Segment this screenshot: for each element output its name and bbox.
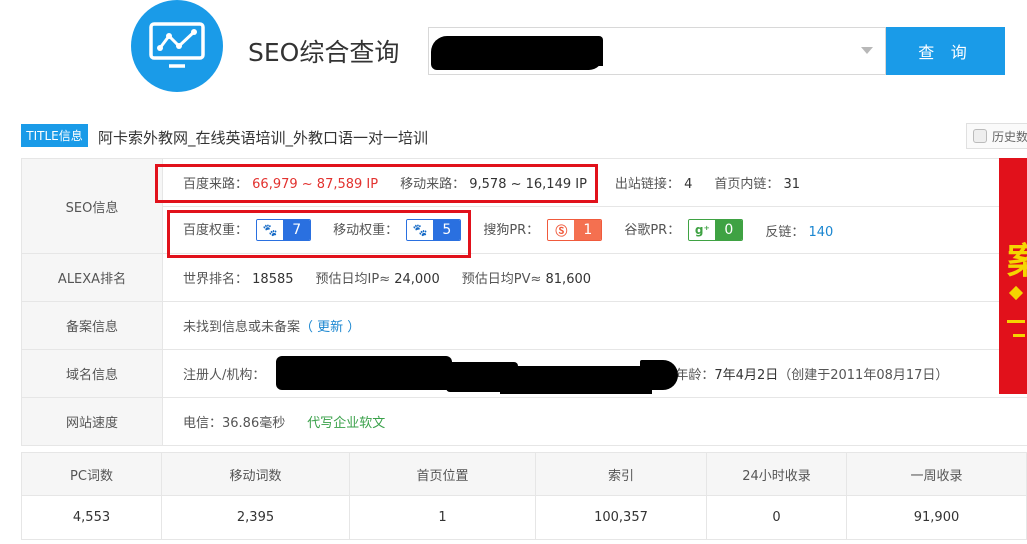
redaction-bar [640, 360, 678, 390]
page-title: 阿卡索外教网_在线英语培训_外教口语一对一培训 [98, 129, 429, 147]
stats-first-page[interactable]: 1 [349, 495, 536, 540]
title-badge: TITLE信息 [21, 124, 88, 147]
search-button[interactable]: 查 询 [886, 27, 1005, 75]
app-title: SEO综合查询 [248, 38, 400, 67]
speed-label: 网站速度 [22, 398, 163, 445]
world-rank: 世界排名： 18585 [183, 272, 294, 287]
ad-link[interactable]: 代写企业软文 [307, 412, 385, 431]
stats-mobile-words[interactable]: 2,395 [161, 495, 350, 540]
telecom-speed: 电信：36.86毫秒 [183, 416, 286, 431]
history-label: 历史数 [992, 129, 1027, 144]
side-ad-banner[interactable]: 案 [999, 158, 1027, 394]
seo-label: SEO信息 [22, 159, 163, 253]
created-date: （创建于2011年08月17日） [778, 368, 949, 383]
beian-text: 未找到信息或未备案 [183, 320, 301, 335]
google-pr-badge[interactable]: g⁺ 0 [688, 219, 744, 242]
alexa-row: ALEXA排名 世界排名： 18585 预估日均IP≈ 24,000 预估日均P… [21, 254, 1027, 302]
alexa-label: ALEXA排名 [22, 254, 163, 301]
stats-header-week: 一周收录 [846, 452, 1027, 496]
search-input[interactable] [428, 27, 886, 75]
daily-pv: 预估日均PV≈ 81,600 [461, 272, 592, 287]
backlinks: 反链： 140 [765, 224, 834, 240]
inner-links: 首页内链： 31 [714, 177, 801, 192]
redacted-domain-tail [569, 40, 603, 66]
banner-decoration [1013, 334, 1025, 337]
sogou-s-icon: Ⓢ [548, 220, 575, 241]
highlight-weight [167, 210, 471, 258]
stats-table: PC词数 移动词数 首页位置 索引 24小时收录 一周收录 4,553 2,39… [21, 452, 1027, 540]
speed-row: 网站速度 电信：36.86毫秒 代写企业软文 [21, 398, 1027, 446]
sogou-pr: 搜狗PR： Ⓢ 1 [483, 219, 603, 242]
stats-header-pc: PC词数 [21, 452, 162, 496]
banner-glyph: 案 [1007, 241, 1027, 282]
registrant-label: 注册人/机构： [183, 368, 266, 383]
stats-24h[interactable]: 0 [706, 495, 847, 540]
redaction-bar [500, 366, 652, 394]
stats-header-row: PC词数 移动词数 首页位置 索引 24小时收录 一周收录 [21, 452, 1027, 496]
chart-monitor-icon [149, 22, 205, 68]
stats-header-24h: 24小时收录 [706, 452, 847, 496]
beian-row: 备案信息 未找到信息或未备案 （ 更新 ） [21, 302, 1027, 350]
beian-label: 备案信息 [22, 302, 163, 349]
backlinks-link[interactable]: 140 [809, 225, 834, 240]
stats-header-position: 首页位置 [349, 452, 536, 496]
domain-label: 域名信息 [22, 350, 163, 397]
redaction-bar [276, 356, 452, 390]
stats-index[interactable]: 100,357 [535, 495, 707, 540]
google-plus-icon: g⁺ [689, 220, 716, 241]
sogou-pr-badge[interactable]: Ⓢ 1 [547, 219, 603, 242]
google-pr: 谷歌PR： g⁺ 0 [624, 219, 744, 242]
history-button[interactable]: 历史数 [966, 123, 1027, 149]
table-row: 4,553 2,395 1 100,357 0 91,900 [21, 495, 1027, 540]
beian-update-link[interactable]: （ 更新 ） [300, 316, 360, 335]
daily-ip: 预估日均IP≈ 24,000 [315, 272, 440, 287]
stats-header-index: 索引 [535, 452, 707, 496]
stats-week[interactable]: 91,900 [846, 495, 1027, 540]
age-label: 年龄： [675, 368, 715, 383]
chevron-down-icon[interactable] [861, 47, 873, 54]
banner-decoration [1007, 320, 1025, 323]
history-icon [973, 129, 987, 143]
age-value: 7年4月2日 [714, 368, 779, 383]
stats-header-mobile: 移动词数 [161, 452, 350, 496]
outbound-links: 出站链接： 4 [614, 177, 693, 192]
logo[interactable] [131, 0, 223, 92]
highlight-traffic [155, 164, 598, 203]
banner-decoration [1008, 285, 1024, 301]
stats-pc-words[interactable]: 4,553 [21, 495, 162, 540]
